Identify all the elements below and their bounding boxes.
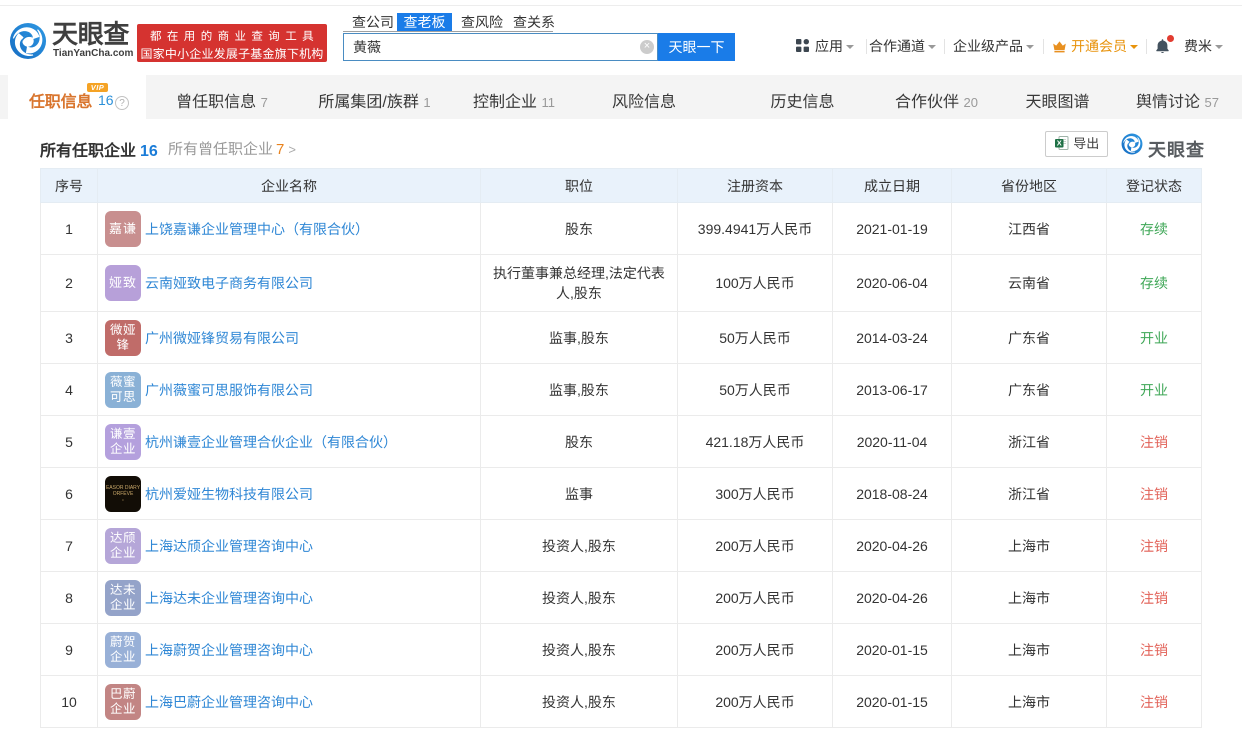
- svg-text:X: X: [1056, 139, 1061, 148]
